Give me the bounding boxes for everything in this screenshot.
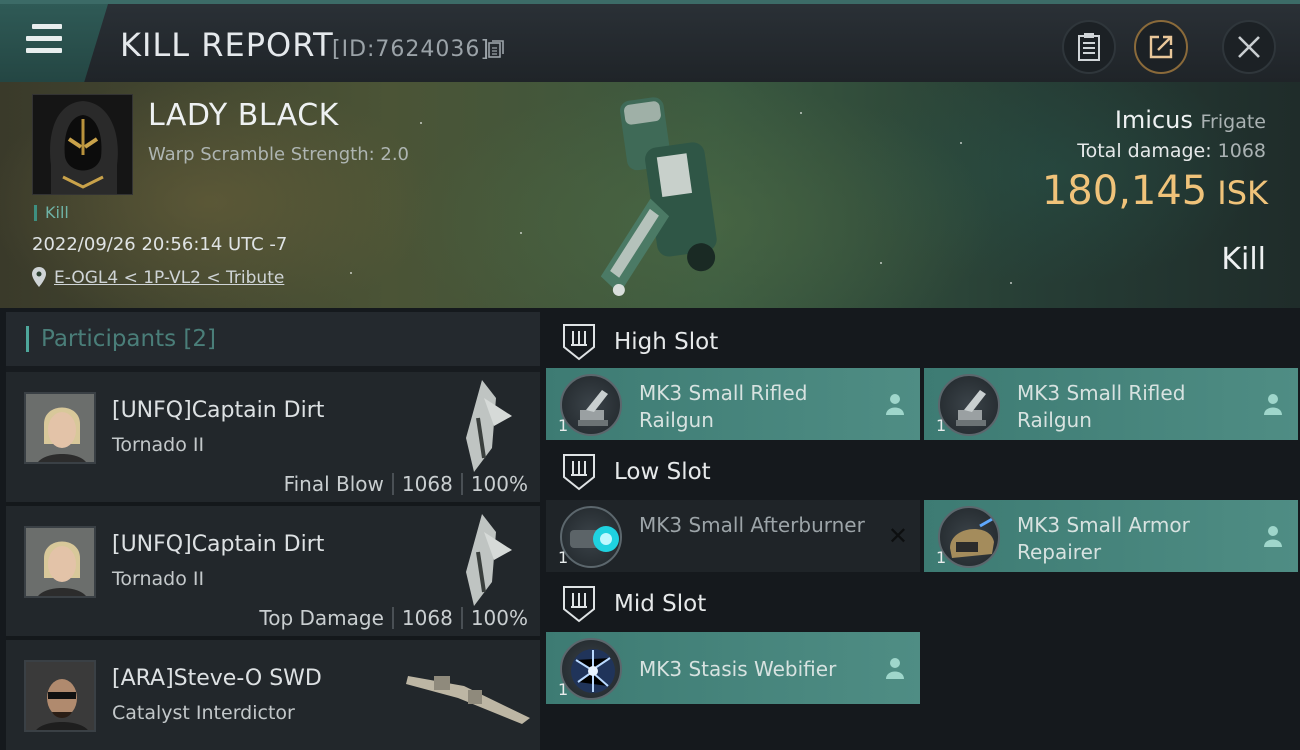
kill-result: Kill (1221, 242, 1266, 277)
module-name: MK3 Small Rifled Railgun (639, 381, 808, 432)
share-button[interactable] (1134, 20, 1188, 74)
page-title: KILL REPORT (120, 26, 334, 64)
module-name: MK3 Small Rifled Railgun (1017, 381, 1186, 432)
module-name: MK3 Small Afterburner (639, 513, 865, 537)
participant-avatar (24, 660, 96, 732)
total-damage: Total damage: 1068 (1077, 140, 1266, 162)
location-pin-icon (32, 267, 46, 287)
destroyed-x-icon: ✕ (887, 522, 908, 550)
participant-avatar (24, 526, 96, 598)
module-name: MK3 Small Armor Repairer (1017, 513, 1190, 564)
participant-ship: Tornado II (112, 568, 205, 590)
module-quantity: 1 (558, 548, 569, 567)
kill-datetime: 2022/09/26 20:56:14 UTC -7 (32, 234, 288, 255)
kill-summary-banner: LADY BLACK Warp Scramble Strength: 2.0 K… (0, 82, 1300, 308)
participants-header: Participants [2] (6, 312, 540, 366)
participant-row[interactable]: [UNFQ]Captain Dirt Tornado II Final Blow… (6, 372, 540, 506)
participant-avatar (24, 392, 96, 464)
participant-name: [UNFQ]Captain Dirt (112, 532, 325, 557)
menu-button[interactable] (0, 4, 108, 82)
mid-slot-icon (563, 586, 595, 623)
kill-location-link[interactable]: E-OGL4 < 1P-VL2 < Tribute (54, 268, 284, 288)
module-quantity: 1 (558, 680, 569, 699)
victim-avatar[interactable] (32, 94, 133, 195)
afterburner-icon (560, 506, 622, 568)
module-card[interactable]: 1 MK3 Small Rifled Railgun (924, 368, 1298, 440)
close-icon (1238, 36, 1260, 58)
participant-name: [UNFQ]Captain Dirt (112, 398, 325, 423)
clipboard-button[interactable] (1062, 20, 1116, 74)
module-quantity: 1 (936, 416, 947, 435)
ship-class: Frigate (1200, 111, 1266, 133)
module-card[interactable]: 1 MK3 Stasis Webifier (546, 632, 920, 704)
person-icon (886, 658, 904, 679)
stasis-webifier-icon (560, 638, 622, 700)
railgun-icon (938, 374, 1000, 436)
railgun-icon (560, 374, 622, 436)
ship-name[interactable]: Imicus Frigate (1115, 106, 1266, 134)
isk-value: 180,145 ISK (1041, 168, 1268, 214)
module-quantity: 1 (558, 416, 569, 435)
participant-ship-icon (466, 514, 512, 606)
module-card[interactable]: 1 MK3 Small Afterburner ✕ (546, 500, 920, 572)
clipboard-icon (1078, 33, 1100, 61)
ship-render (600, 97, 717, 296)
report-id: [ID:7624036] (332, 37, 490, 62)
low-slot-header: Low Slot (546, 442, 711, 502)
person-icon (1264, 394, 1282, 415)
participant-name: [ARA]Steve-O SWD (112, 666, 322, 691)
person-icon (1264, 526, 1282, 547)
module-quantity: 1 (936, 548, 947, 567)
person-icon (886, 394, 904, 415)
module-card[interactable]: 1 MK3 Small Armor Repairer (924, 500, 1298, 572)
kill-tag: Kill (34, 205, 69, 221)
share-icon (1149, 35, 1173, 59)
participant-ship-icon (406, 676, 530, 724)
participant-ship: Catalyst Interdictor (112, 702, 295, 724)
module-name: MK3 Stasis Webifier (639, 657, 837, 681)
copy-icon[interactable] (488, 40, 504, 58)
hamburger-menu-icon (26, 24, 62, 56)
participant-ship: Tornado II (112, 434, 205, 456)
top-bar: KILL REPORT [ID:7624036] (0, 0, 1300, 82)
participant-stats: Top Damage 1068 100% (259, 606, 528, 630)
close-button[interactable] (1222, 20, 1276, 74)
mid-slot-header: Mid Slot (546, 574, 706, 634)
participants-panel: Participants [2] [UNFQ]Captain Dirt Torn… (6, 312, 540, 750)
armor-repairer-icon (938, 506, 1000, 568)
victim-name[interactable]: LADY BLACK (148, 98, 339, 133)
module-card[interactable]: 1 MK3 Small Rifled Railgun (546, 368, 920, 440)
low-slot-icon (563, 454, 595, 491)
warp-scramble-strength: Warp Scramble Strength: 2.0 (148, 144, 410, 165)
participant-ship-icon (466, 380, 512, 472)
high-slot-icon (563, 324, 595, 361)
participant-stats: Final Blow 1068 100% (283, 472, 528, 496)
participant-row[interactable]: [UNFQ]Captain Dirt Tornado II Top Damage… (6, 506, 540, 640)
participant-row[interactable]: [ARA]Steve-O SWD Catalyst Interdictor (6, 640, 540, 750)
high-slot-header: High Slot (546, 312, 718, 372)
